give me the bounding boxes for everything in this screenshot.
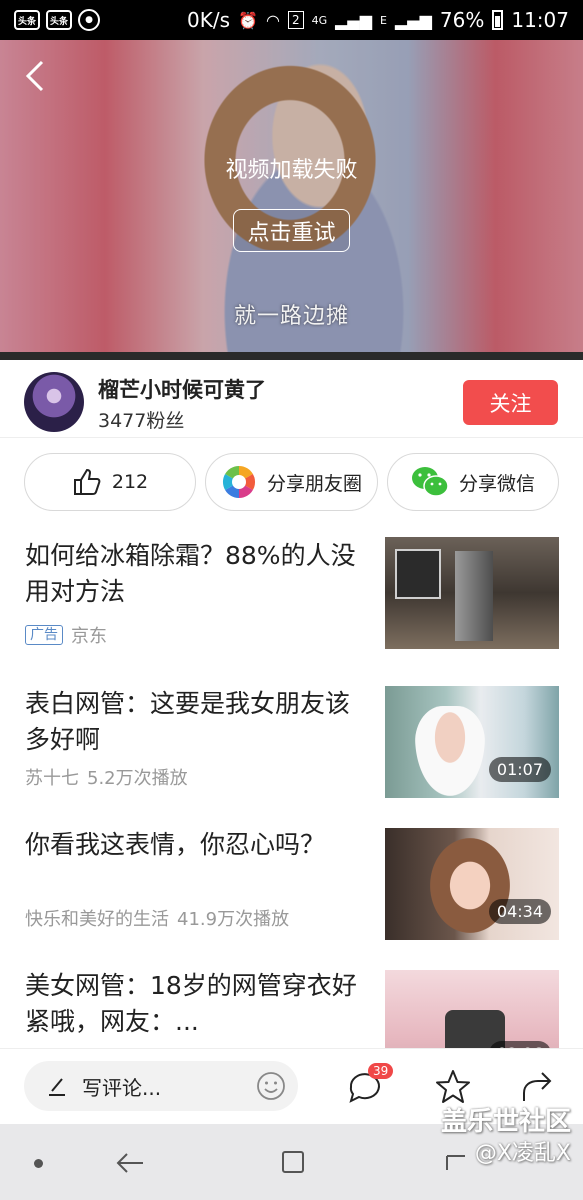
video-subtitle: 就一路边摊	[233, 304, 349, 329]
share-wechat-label: 分享微信	[458, 472, 535, 495]
video-error-text: 视频加载失败	[225, 158, 358, 183]
video-player[interactable]: 视频加载失败 点击重试 就一路边摊	[0, 40, 583, 360]
feed-item[interactable]: 你看我这表情，你忍心吗？ 快乐和美好的生活 41.9万次播放 04:34	[0, 819, 583, 949]
like-count: 212	[111, 471, 149, 493]
video-duration: 01:07	[488, 757, 551, 782]
video-thumbnail: 04:34	[385, 828, 559, 940]
share-icon[interactable]	[518, 1067, 558, 1107]
watermark-line2: @X凌乱X	[474, 1141, 571, 1166]
feed-item-title: 表白网管：这要是我女朋友该多好啊	[25, 689, 351, 754]
share-moments-label: 分享朋友圈	[266, 472, 362, 495]
comment-placeholder: 写评论...	[82, 1075, 162, 1100]
wechat-icon	[411, 467, 449, 497]
feed-item-title: 美女网管：18岁的网管穿衣好紧哦，网友：...	[25, 971, 357, 1036]
comment-input[interactable]: 写评论...	[24, 1061, 298, 1111]
star-icon[interactable]	[433, 1067, 473, 1107]
signal-icon-2: ▂▄▆	[394, 10, 432, 30]
feed-item-title: 你看我这表情，你忍心吗？	[25, 830, 326, 859]
watermark-line1: 盖乐世社区	[440, 1107, 571, 1137]
moments-icon	[221, 465, 256, 499]
feed-item[interactable]: 表白网管：这要是我女朋友该多好啊 苏十七 5.2万次播放 01:07	[0, 678, 583, 808]
author-name[interactable]: 榴芒小时候可黄了	[98, 374, 266, 404]
nav-back-icon[interactable]	[115, 1148, 145, 1178]
feed-item-meta: 快乐和美好的生活 41.9万次播放	[25, 905, 289, 931]
emoji-icon[interactable]	[256, 1071, 286, 1101]
share-moments-button[interactable]: 分享朋友圈	[205, 453, 378, 511]
battery-percent: 76%	[439, 8, 485, 32]
toutiao-app-icon: 头条	[14, 10, 40, 30]
feed-item-source: 京东	[71, 626, 107, 647]
alarm-icon: ⏰	[238, 10, 258, 30]
feed-item-title: 如何给冰箱除霜？88%的人没用对方法	[25, 541, 356, 606]
back-button[interactable]	[22, 58, 52, 98]
nav-dot-icon[interactable]	[34, 1159, 43, 1168]
chat-app-icon: ●	[78, 9, 100, 31]
thumbs-up-icon	[73, 468, 101, 495]
battery-icon	[492, 10, 504, 30]
wifi-icon: ◠	[265, 10, 280, 30]
avatar[interactable]	[24, 372, 84, 432]
status-bar: 头条 头条 ● 0K/s ⏰ ◠ 2 4G ▂▄▆ E ▂▄▆ 76% 11:0…	[0, 0, 583, 40]
feed-item[interactable]: 如何给冰箱除霜？88%的人没用对方法 广告 京东	[0, 530, 583, 660]
network-speed: 0K/s	[187, 8, 231, 32]
follow-button[interactable]: 关注	[463, 380, 558, 425]
feed-item-meta: 广告 京东	[25, 622, 107, 648]
network-type: 4G	[311, 13, 328, 27]
retry-button[interactable]: 点击重试	[233, 209, 350, 252]
toutiao-app-icon: 头条	[46, 10, 72, 30]
nav-recent-apps-icon[interactable]	[280, 1149, 306, 1175]
ad-badge: 广告	[25, 625, 63, 645]
share-wechat-button[interactable]: 分享微信	[387, 453, 559, 511]
video-duration: 04:34	[488, 899, 551, 924]
author-row: 榴芒小时候可黄了 3477粉丝 关注	[0, 368, 583, 438]
sim-indicator: 2	[287, 11, 304, 29]
author-fans-count: 3477粉丝	[98, 410, 185, 432]
feed-item-meta: 苏十七 5.2万次播放	[25, 764, 188, 790]
network-type-2: E	[380, 13, 387, 27]
feed-item-plays: 41.9万次播放	[177, 909, 290, 930]
signal-icon: ▂▄▆	[335, 10, 373, 30]
action-bar: 212 分享朋友圈 分享微信	[0, 453, 583, 511]
feed-item-plays: 5.2万次播放	[87, 768, 188, 789]
clock: 11:07	[511, 8, 569, 32]
feed-item-source: 快乐和美好的生活	[25, 909, 169, 930]
pen-icon	[49, 1078, 65, 1096]
comment-count-badge: 39	[368, 1063, 394, 1079]
chevron-left-icon	[25, 60, 44, 92]
refrigerator-thumbnail	[385, 537, 559, 649]
video-progress-bar	[0, 352, 583, 360]
video-thumbnail: 01:07	[385, 686, 559, 798]
like-button[interactable]: 212	[24, 453, 196, 511]
watermark: 盖乐世社区 @X凌乱X	[441, 1106, 571, 1170]
feed-item-source: 苏十七	[25, 768, 79, 789]
